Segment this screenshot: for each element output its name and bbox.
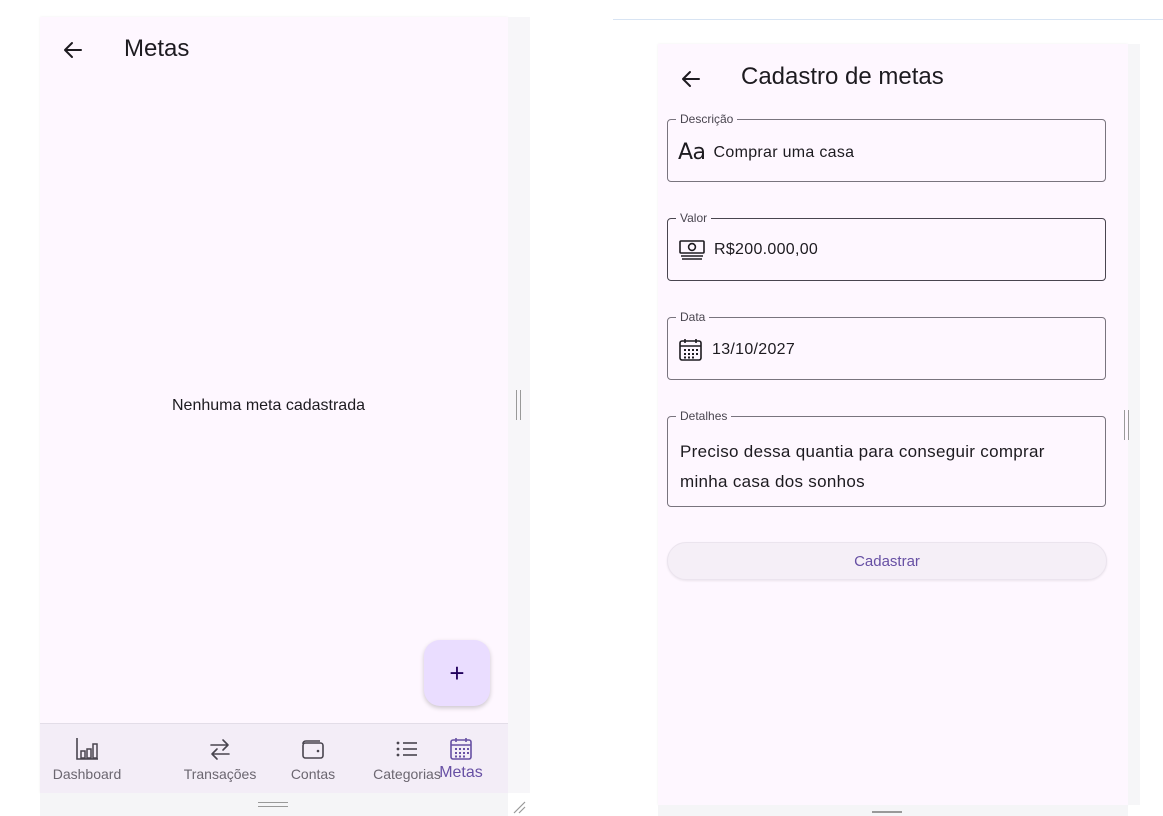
horizontal-resize-handle[interactable]: [872, 811, 902, 813]
page-title: Metas: [124, 35, 190, 62]
detalhes-value: Preciso dessa quantia para conseguir com…: [680, 442, 1045, 491]
nav-label-contas: Contas: [290, 766, 336, 782]
nav-item-dashboard[interactable]: Dashboard: [42, 724, 132, 794]
text-format-icon: Aa: [678, 140, 706, 165]
arrow-back-icon[interactable]: [679, 67, 703, 91]
top-divider: [613, 19, 1163, 20]
cadastrar-button[interactable]: Cadastrar: [667, 542, 1107, 580]
window-edge-right: [1128, 44, 1140, 805]
detalhes-label: Detalhes: [676, 409, 732, 423]
wallet-icon: [302, 740, 324, 759]
descricao-field[interactable]: Descrição Aa Comprar uma casa: [667, 112, 1106, 182]
data-value: 13/10/2027: [712, 341, 796, 358]
arrow-back-icon[interactable]: [61, 38, 85, 62]
calendar-icon: [450, 738, 472, 760]
nav-item-metas[interactable]: Metas: [416, 724, 506, 794]
nav-item-transacoes[interactable]: Transações: [175, 724, 265, 794]
valor-label: Valor: [676, 211, 712, 225]
valor-field[interactable]: Valor R$200.000,00: [667, 211, 1106, 281]
swap-arrows-icon: [210, 739, 230, 760]
nav-label-metas: Metas: [439, 764, 483, 781]
descricao-value: Comprar uma casa: [713, 143, 855, 161]
data-label: Data: [676, 310, 710, 324]
descricao-label: Descrição: [676, 112, 738, 126]
detalhes-field[interactable]: Detalhes Preciso dessa quantia para cons…: [667, 409, 1106, 507]
vertical-resize-handle[interactable]: [516, 390, 521, 420]
add-goal-button[interactable]: +: [424, 640, 490, 706]
bar-chart-icon: [76, 738, 98, 760]
horizontal-resize-handle[interactable]: [258, 802, 288, 807]
vertical-resize-handle[interactable]: [1124, 410, 1129, 440]
nav-label-transacoes: Transações: [183, 766, 257, 782]
plus-icon: +: [449, 657, 465, 688]
nav-label-dashboard: Dashboard: [52, 766, 122, 782]
empty-state-message: Nenhuma meta cadastrada: [172, 397, 365, 414]
money-icon: [678, 239, 706, 261]
data-field[interactable]: Data 13/10/2027: [667, 310, 1106, 380]
valor-value: R$200.000,00: [714, 241, 819, 258]
nav-item-contas[interactable]: Contas: [268, 724, 358, 794]
calendar-icon: [678, 338, 704, 362]
bottom-navigation: Dashboard Transações Contas Categorias M…: [40, 723, 508, 793]
corner-resize-icon[interactable]: [512, 800, 526, 814]
page-title: Cadastro de metas: [741, 63, 944, 90]
